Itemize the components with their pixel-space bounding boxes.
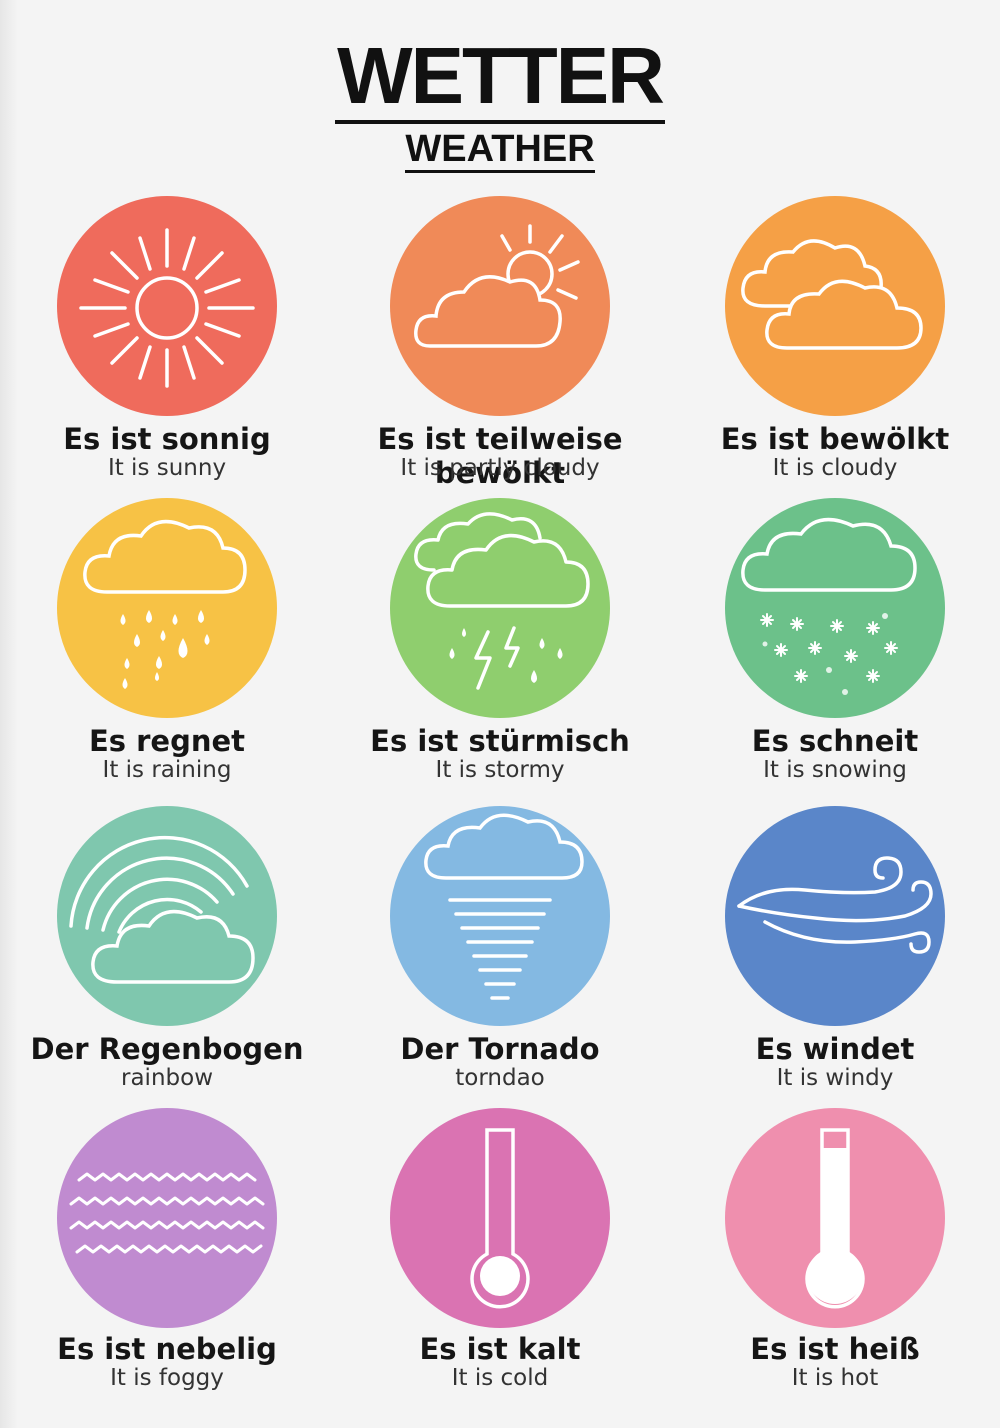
sun-icon: [79, 228, 255, 388]
german-label: Der Regenbogen: [30, 1032, 304, 1066]
german-label: Es ist bewölkt: [720, 422, 950, 456]
german-label: Es ist nebelig: [57, 1332, 277, 1366]
german-label: Es ist kalt: [419, 1332, 581, 1366]
rain-cloud-icon: [83, 519, 247, 689]
icon-circle: [390, 196, 610, 416]
english-label: It is snowing: [763, 757, 907, 783]
english-label: It is raining: [102, 757, 232, 783]
english-label: It is stormy: [435, 757, 565, 783]
icon-circle: [57, 196, 277, 416]
wind-icon: [737, 856, 933, 954]
english-label: It is hot: [791, 1365, 879, 1391]
german-label: Es ist stürmisch: [370, 724, 630, 758]
tornado-icon: [424, 813, 584, 1000]
german-label: Es regnet: [88, 724, 246, 758]
cloudy-icon: [741, 239, 923, 350]
german-label: Es ist heiß: [750, 1332, 920, 1366]
page-edge: [0, 0, 18, 1428]
thermometer-hot-icon: [805, 1128, 865, 1309]
german-label: Der Tornado: [400, 1032, 600, 1066]
icon-circle: [725, 196, 945, 416]
storm-cloud-icon: [414, 512, 590, 690]
english-label: rainbow: [121, 1065, 213, 1091]
icon-circle: [57, 806, 277, 1026]
english-label: It is partly cloudy: [400, 455, 600, 481]
partly-cloudy-icon: [414, 224, 580, 348]
icon-circle: [725, 806, 945, 1026]
fog-icon: [69, 1172, 265, 1254]
page-title: WETTER: [0, 28, 1000, 124]
english-label: It is windy: [776, 1065, 894, 1091]
english-label: It is sunny: [107, 455, 227, 481]
icon-circle: [390, 498, 610, 718]
german-label: Es schneit: [751, 724, 919, 758]
english-label: torndao: [455, 1065, 545, 1091]
icon-circle: [57, 1108, 277, 1328]
german-label: Es ist sonnig: [63, 422, 271, 456]
page-subtitle: WEATHER: [0, 126, 1000, 173]
english-label: It is cloudy: [772, 455, 898, 481]
icon-circle: [725, 1108, 945, 1328]
german-label: Es windet: [755, 1032, 915, 1066]
english-label: It is foggy: [110, 1365, 224, 1391]
snow-cloud-icon: [741, 517, 917, 695]
rainbow-cloud-icon: [69, 835, 255, 984]
icon-circle: [725, 498, 945, 718]
icon-circle: [390, 1108, 610, 1328]
thermometer-cold-icon: [470, 1128, 530, 1309]
english-label: It is cold: [451, 1365, 549, 1391]
icon-circle: [390, 806, 610, 1026]
icon-circle: [57, 498, 277, 718]
